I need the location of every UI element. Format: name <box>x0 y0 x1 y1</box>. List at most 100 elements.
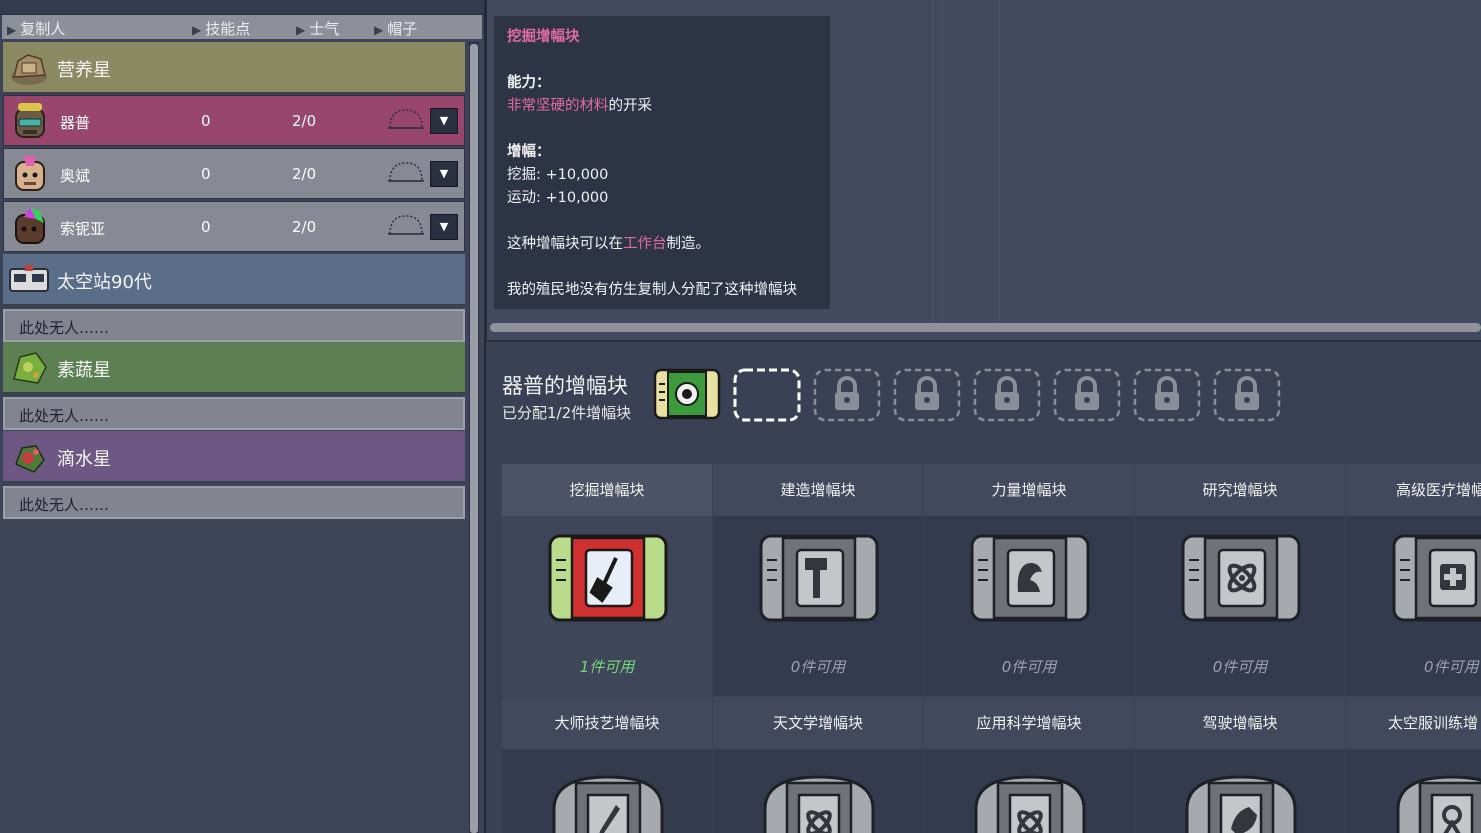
morale-value: 2/0 <box>292 165 317 183</box>
booster-name: 挖掘增幅块 <box>502 464 712 516</box>
boost-dig: 挖掘: +10,000 <box>507 167 609 183</box>
booster-name: 建造增幅块 <box>713 464 923 516</box>
medkit-icon <box>1392 534 1481 622</box>
ability-line: 非常坚硬的材料的开采 <box>507 95 652 118</box>
booster-card-strength[interactable]: 力量增幅块 0件可用 <box>924 464 1134 696</box>
booster-card-piloting[interactable]: 驾驶增幅块 <box>1135 697 1345 833</box>
sort-triangle-icon: ▶ <box>7 23 17 37</box>
empty-world-row: 此处无人…… <box>3 397 465 430</box>
booster-name: 研究增幅块 <box>1135 464 1345 516</box>
space-station-icon <box>9 265 49 292</box>
locked-slot-icon <box>1133 368 1201 422</box>
booster-card-research[interactable]: 研究增幅块 0件可用 <box>1135 464 1345 696</box>
shovel-icon <box>548 534 668 622</box>
booster-card-applied-science[interactable]: 应用科学增幅块 <box>924 697 1134 833</box>
skill-points: 0 <box>201 112 211 130</box>
locked-slot-icon <box>1213 368 1281 422</box>
craft-prefix: 这种增幅块可以在 <box>507 236 623 252</box>
booster-card-body <box>924 749 1134 833</box>
locked-slot-icon <box>973 368 1041 422</box>
duplicant-row-qipu[interactable]: 器普 0 2/0 ▼ <box>3 95 465 146</box>
booster-card-body: 0件可用 <box>924 516 1134 696</box>
booster-name: 驾驶增幅块 <box>1135 697 1345 749</box>
empty-text: 此处无人…… <box>19 407 110 425</box>
sort-hat-header[interactable]: ▶ 帽子 <box>374 18 417 39</box>
equipped-gear-booster-icon[interactable] <box>652 366 722 424</box>
hat-slot-icon[interactable] <box>386 106 426 132</box>
sort-triangle-icon: ▶ <box>374 23 384 37</box>
hat-dropdown-button[interactable]: ▼ <box>430 108 458 134</box>
empty-slot-icon[interactable] <box>732 366 802 424</box>
booster-card-medical[interactable]: 高级医疗增幅 0件可用 <box>1346 464 1481 696</box>
craft-station-link: 工作台 <box>623 236 667 252</box>
boost-athletics: 运动: +10,000 <box>507 190 609 206</box>
booster-card-body: 0件可用 <box>1135 516 1345 696</box>
hat-slot-icon[interactable] <box>386 159 426 185</box>
duplicant-row-suoniya[interactable]: 索铌亚 0 2/0 ▼ <box>3 201 465 252</box>
hat-dropdown-button[interactable]: ▼ <box>430 161 458 187</box>
avatar-qipu-icon <box>15 103 45 138</box>
veggie-planet-icon <box>13 352 47 384</box>
availability-text: 0件可用 <box>1424 658 1479 676</box>
header-label: 帽子 <box>387 20 418 38</box>
booster-name: 力量增幅块 <box>924 464 1134 516</box>
equipped-title: 器普的增幅块 <box>502 374 628 398</box>
duplicant-name: 奥斌 <box>60 167 91 185</box>
header-label: 士气 <box>309 20 340 38</box>
booster-name: 太空服训练增 <box>1346 697 1481 749</box>
booster-card-body: 1件可用 <box>502 516 712 696</box>
empty-text: 此处无人…… <box>19 319 110 337</box>
booster-card-body: 0件可用 <box>713 516 923 696</box>
morale-value: 2/0 <box>292 218 317 236</box>
booster-card-dig[interactable]: 挖掘增幅块 1件可用 <box>502 464 712 696</box>
sort-morale-header[interactable]: ▶ 士气 <box>296 18 339 39</box>
duplicant-name: 器普 <box>60 114 91 132</box>
world-row-veggie[interactable]: 素蔬星 <box>3 342 465 394</box>
morale-value: 2/0 <box>292 112 317 130</box>
booster-name: 应用科学增幅块 <box>924 697 1134 749</box>
hat-dropdown-button[interactable]: ▼ <box>430 214 458 240</box>
sort-triangle-icon: ▶ <box>192 23 202 37</box>
booster-name: 天文学增幅块 <box>713 697 923 749</box>
craft-suffix: 制造。 <box>666 236 711 252</box>
equipped-boosters-bar: 器普的增幅块 已分配1/2件增幅块 <box>486 340 1481 449</box>
horizontal-scrollbar[interactable] <box>490 323 1481 332</box>
empty-text: 此处无人…… <box>19 496 110 514</box>
booster-card-suit-training[interactable]: 太空服训练增 <box>1346 697 1481 833</box>
booster-grid: 挖掘增幅块 1件可用 建造增幅块 0件可用 力量增幅块 0件可用 研究增幅块 0… <box>486 447 1481 833</box>
locked-slot-icon <box>1053 368 1121 422</box>
booster-card-body <box>713 749 923 833</box>
ability-rest: 的开采 <box>608 98 653 114</box>
world-name: 太空站90代 <box>57 272 152 293</box>
world-name: 素蔬星 <box>57 360 111 381</box>
empty-world-row: 此处无人…… <box>3 486 465 519</box>
duplicant-row-aobin[interactable]: 奥斌 0 2/0 ▼ <box>3 148 465 199</box>
booster-tooltip: 挖掘增幅块 能力： 非常坚硬的材料的开采 增幅： 挖掘: +10,000 运动:… <box>494 16 830 309</box>
booster-card-body <box>1346 749 1481 833</box>
avatar-aobin-icon <box>15 156 45 191</box>
booster-card-build[interactable]: 建造增幅块 0件可用 <box>713 464 923 696</box>
booster-card-master-craft[interactable]: 大师技艺增幅块 <box>502 697 712 833</box>
sort-skill-header[interactable]: ▶ 技能点 <box>192 18 250 39</box>
sort-duplicant-header[interactable]: ▶ 复制人 <box>7 18 65 39</box>
world-row-nutrient[interactable]: 营养星 <box>3 42 465 94</box>
header-label: 复制人 <box>20 20 66 38</box>
suit-icon <box>1396 775 1481 833</box>
panel-top-bar <box>0 0 484 15</box>
header-label: 技能点 <box>205 20 251 38</box>
booster-card-body <box>502 749 712 833</box>
list-scrollbar-thumb[interactable] <box>470 44 478 833</box>
sort-triangle-icon: ▶ <box>296 23 306 37</box>
hat-slot-icon[interactable] <box>386 212 426 238</box>
world-row-space-station[interactable]: 太空站90代 <box>3 254 465 306</box>
booster-card-astronomy[interactable]: 天文学增幅块 <box>713 697 923 833</box>
ability-label: 能力： <box>507 75 551 91</box>
skill-points: 0 <box>201 218 211 236</box>
booster-name: 大师技艺增幅块 <box>502 697 712 749</box>
asteroid-icon <box>11 54 47 85</box>
water-planet-icon <box>15 445 45 473</box>
availability-text: 0件可用 <box>1212 658 1268 676</box>
world-row-water[interactable]: 滴水星 <box>3 431 465 483</box>
hammer-icon <box>759 534 879 622</box>
boost-label: 增幅： <box>507 144 551 160</box>
